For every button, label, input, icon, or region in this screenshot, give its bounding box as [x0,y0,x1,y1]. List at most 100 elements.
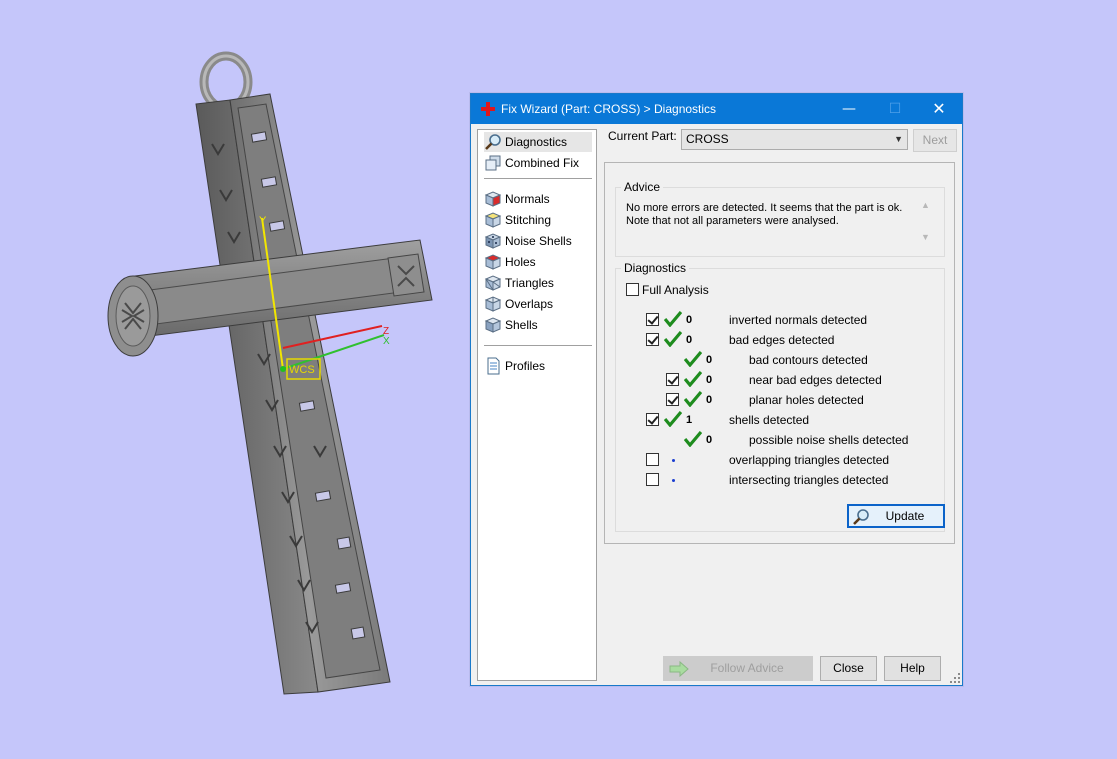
combined-fix-icon [485,155,501,171]
nav-item-shells[interactable]: Shells [484,315,592,335]
normals-cube-icon [484,191,502,207]
nav-item-profiles[interactable]: Profiles [484,356,592,376]
3d-viewport[interactable]: Y Z X WCS [0,0,470,759]
check-mark-icon [684,431,702,447]
overlapping-triangles-checkbox[interactable] [646,453,659,466]
intersecting-triangles-checkbox[interactable] [646,473,659,486]
inverted-normals-count: 0 [686,314,693,326]
nav-item-label: Stitching [505,213,552,227]
diagnostics-panel: Advice No more errors are detected. It s… [604,162,955,544]
magnifier-icon [853,509,869,525]
shells-label: shells detected [729,413,810,427]
bad-edges-checkbox[interactable] [646,333,659,346]
pending-dot-icon [672,479,675,482]
shells-count: 1 [686,414,693,426]
nav-item-holes[interactable]: Holes [484,252,592,272]
diagnostics-group: Diagnostics Full Analysis 0 inverted nor… [615,261,945,532]
nav-item-diagnostics[interactable]: Diagnostics [484,132,592,152]
holes-cube-icon [484,254,502,270]
scroll-up-icon[interactable]: ▲ [921,200,930,210]
planar-holes-label: planar holes detected [749,393,864,407]
current-part-select[interactable]: CROSS ▼ [681,129,908,150]
next-button[interactable]: Next [913,129,957,152]
inverted-normals-label: inverted normals detected [729,313,868,327]
update-label: Update [885,509,925,523]
nav-item-label: Shells [505,318,538,332]
nav-divider [484,345,592,346]
nav-item-combined-fix[interactable]: Combined Fix [484,153,592,173]
nav-item-noise-shells[interactable]: Noise Shells [484,231,592,251]
nav-item-label: Holes [505,255,536,269]
inverted-normals-checkbox[interactable] [646,313,659,326]
check-mark-icon [684,371,702,387]
nav-item-label: Normals [505,192,550,206]
check-mark-icon [684,391,702,407]
red-cross-icon [481,102,495,116]
noise-shells-count: 0 [706,434,713,446]
cross-model: Y Z X WCS [107,51,433,695]
nav-item-label: Overlaps [505,297,554,311]
overlaps-cube-icon [484,296,502,312]
advice-text: No more errors are detected. It seems th… [626,202,903,227]
x-axis-label: X [383,336,390,347]
title-bar[interactable]: Fix Wizard (Part: CROSS) > Diagnostics —… [471,94,962,124]
fix-wizard-dialog: Fix Wizard (Part: CROSS) > Diagnostics —… [470,93,963,686]
noise-shells-label: possible noise shells detected [749,433,909,447]
stitching-cube-icon [484,212,502,228]
overlapping-triangles-label: overlapping triangles detected [729,453,890,467]
advice-group: Advice No more errors are detected. It s… [615,180,945,257]
window-title: Fix Wizard (Part: CROSS) > Diagnostics [501,102,717,116]
y-axis-label: Y [259,215,267,227]
check-mark-icon [664,311,682,327]
nav-item-label: Profiles [505,359,546,373]
advice-title: Advice [621,180,664,194]
check-mark-icon [684,351,702,367]
close-window-button[interactable]: ✕ [916,94,962,124]
check-mark-icon [664,331,682,347]
nav-item-stitching[interactable]: Stitching [484,210,592,230]
intersecting-triangles-label: intersecting triangles detected [729,473,889,487]
bad-edges-count: 0 [686,334,693,346]
bad-contours-label: bad contours detected [749,353,868,367]
minimize-button[interactable]: — [826,94,872,124]
shells-checkbox[interactable] [646,413,659,426]
bad-edges-label: bad edges detected [729,333,835,347]
near-bad-edges-checkbox[interactable] [666,373,679,386]
advice-scrollbar[interactable]: ▲ ▼ [918,198,934,246]
planar-holes-checkbox[interactable] [666,393,679,406]
bad-contours-count: 0 [706,354,713,366]
document-icon [487,357,500,375]
shells-cube-icon [484,317,502,333]
noise-shells-icon [484,233,502,249]
resize-grip-icon[interactable] [950,673,960,683]
full-analysis-checkbox[interactable] [626,283,639,296]
nav-divider [484,178,592,179]
full-analysis-label: Full Analysis [642,283,709,297]
update-button[interactable]: Update [847,504,945,528]
close-button[interactable]: Close [820,656,877,681]
pending-dot-icon [672,459,675,462]
nav-item-normals[interactable]: Normals [484,189,592,209]
nav-item-label: Triangles [505,276,554,290]
help-button[interactable]: Help [884,656,941,681]
follow-advice-button[interactable]: Follow Advice [663,656,813,681]
scroll-down-icon[interactable]: ▼ [921,232,930,242]
current-part-label: Current Part: [608,129,677,143]
current-part-value: CROSS [686,132,729,146]
near-bad-edges-label: near bad edges detected [749,373,882,387]
magnifier-icon [485,134,501,150]
triangles-cube-icon [484,275,502,291]
check-mark-icon [664,411,682,427]
maximize-button[interactable]: ☐ [872,94,918,124]
planar-holes-count: 0 [706,394,713,406]
arrow-right-icon [669,661,689,677]
nav-item-overlaps[interactable]: Overlaps [484,294,592,314]
nav-item-triangles[interactable]: Triangles [484,273,592,293]
near-bad-edges-count: 0 [706,374,713,386]
chevron-down-icon: ▼ [894,134,903,144]
diagnostics-title: Diagnostics [621,261,690,275]
nav-item-label: Diagnostics [505,135,568,149]
wcs-label: WCS [289,364,315,376]
nav-item-label: Noise Shells [505,234,572,248]
wizard-nav-panel: Diagnostics Combined Fix Normals Stitchi… [477,129,597,681]
